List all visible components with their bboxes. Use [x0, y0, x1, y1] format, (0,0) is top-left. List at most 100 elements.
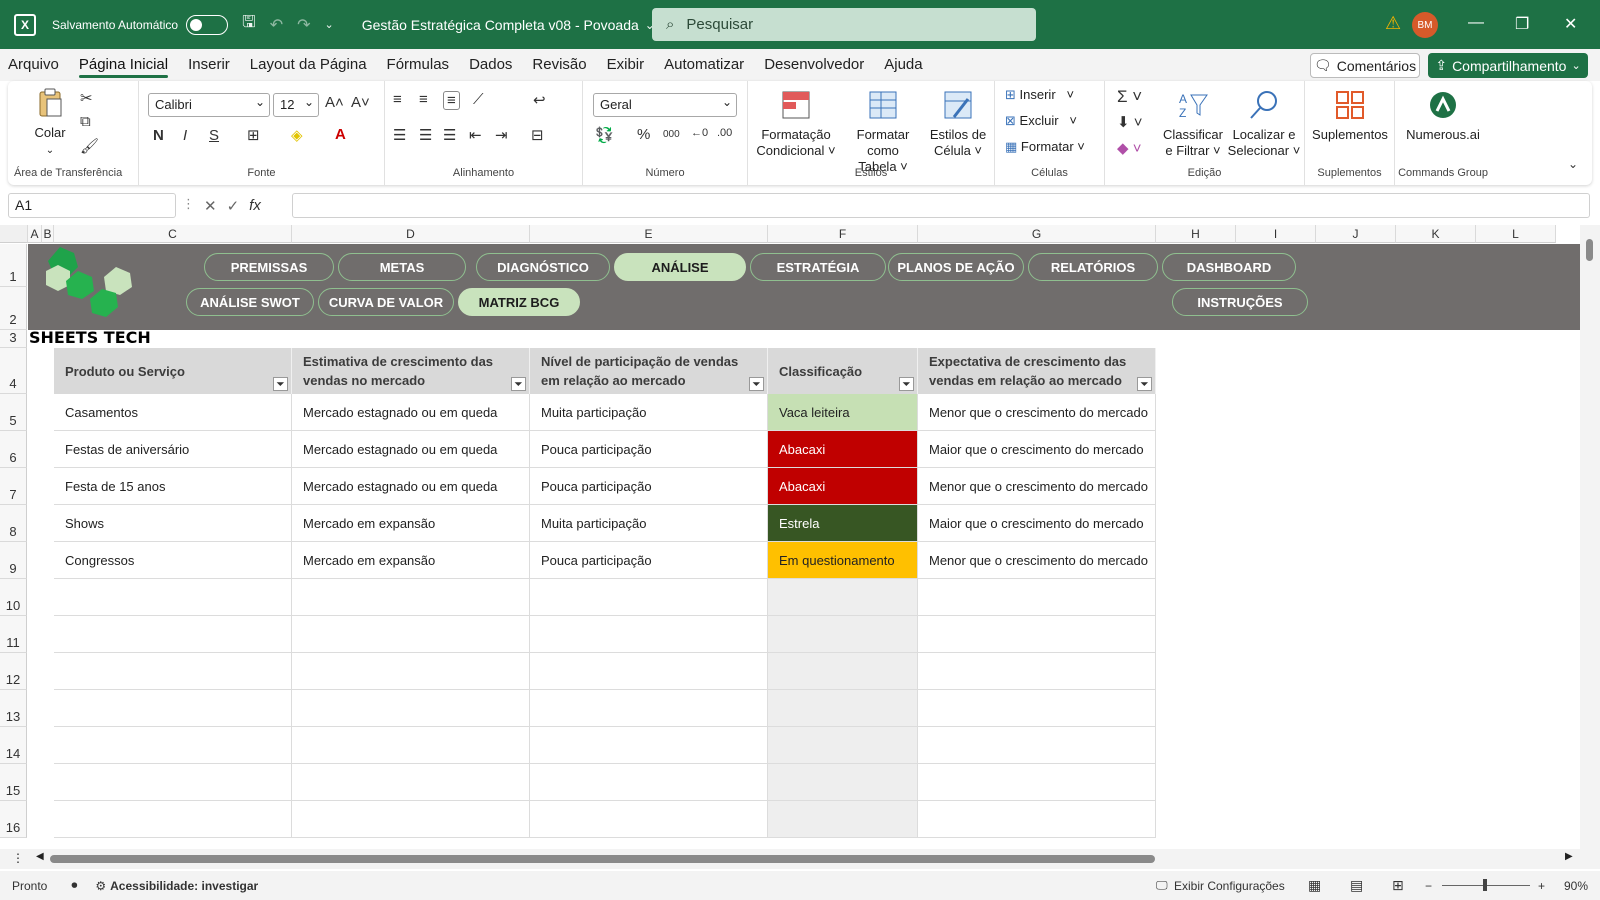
row-header-8[interactable]: 8 [0, 505, 27, 542]
subnav-button-3[interactable]: MATRIZ BCG [458, 288, 580, 316]
menu-tab[interactable]: Página Inicial [78, 49, 169, 81]
column-header-l[interactable]: L [1476, 225, 1556, 243]
row-header-16[interactable]: 16 [0, 801, 27, 838]
numerous-button[interactable]: Numerous.ai [1401, 89, 1485, 143]
vertical-scroll-thumb[interactable] [1586, 239, 1593, 261]
zoom-in-icon[interactable]: + [1538, 879, 1545, 893]
empty-cell[interactable] [54, 801, 292, 838]
empty-cell[interactable] [292, 690, 530, 727]
empty-cell[interactable] [768, 616, 918, 653]
nav-button-3[interactable]: DIAGNÓSTICO [476, 253, 610, 281]
delete-cells-button[interactable]: ⊠ Excluir ˅ [1005, 113, 1077, 129]
column-header-c[interactable]: C [54, 225, 292, 243]
comments-button[interactable]: 🗨 Comentários [1310, 53, 1420, 78]
restore-icon[interactable]: ❐ [1515, 14, 1529, 34]
currency-icon[interactable]: 💱 [595, 126, 614, 144]
align-middle-icon[interactable]: ≡ [419, 91, 428, 108]
format-as-table-button[interactable]: Formatar como Tabela ˅ [840, 89, 926, 175]
undo-icon[interactable]: ↶ [270, 15, 283, 35]
zoom-slider-thumb[interactable] [1483, 879, 1487, 891]
menu-tab[interactable]: Exibir [607, 49, 645, 81]
empty-cell[interactable] [292, 727, 530, 764]
empty-cell[interactable] [54, 579, 292, 616]
empty-cell[interactable] [292, 764, 530, 801]
format-painter-icon[interactable]: 🖌 [80, 137, 99, 155]
table-cell[interactable]: Festa de 15 anos [54, 468, 292, 505]
empty-cell[interactable] [54, 727, 292, 764]
empty-cell[interactable] [530, 653, 768, 690]
empty-cell[interactable] [530, 616, 768, 653]
empty-cell[interactable] [768, 764, 918, 801]
nav-button-4[interactable]: ANÁLISE [614, 253, 746, 281]
table-cell[interactable]: Pouca participação [530, 431, 768, 468]
align-bottom-icon[interactable]: ≡ [443, 91, 460, 110]
classification-cell[interactable]: Vaca leiteira [768, 394, 918, 431]
select-all-corner[interactable] [0, 225, 28, 243]
format-cells-button[interactable]: ▦ Formatar ˅ [1005, 139, 1085, 155]
table-cell[interactable]: Mercado estagnado ou em queda [292, 394, 530, 431]
row-header-4[interactable]: 4 [0, 348, 27, 394]
nav-button-5[interactable]: ESTRATÉGIA [750, 253, 886, 281]
display-settings[interactable]: Exibir Configurações [1174, 879, 1285, 893]
font-size-select[interactable]: 12 [273, 91, 319, 117]
row-header-11[interactable]: 11 [0, 616, 27, 653]
insert-cells-button[interactable]: ⊞ Inserir ˅ [1005, 87, 1074, 103]
empty-cell[interactable] [768, 653, 918, 690]
empty-cell[interactable] [530, 764, 768, 801]
table-cell[interactable]: Festas de aniversário [54, 431, 292, 468]
filter-dropdown-icon[interactable]: ⏷ [1137, 377, 1152, 391]
empty-cell[interactable] [918, 727, 1156, 764]
column-header-g[interactable]: G [918, 225, 1156, 243]
align-top-icon[interactable]: ≡ [393, 91, 402, 108]
column-header-h[interactable]: H [1156, 225, 1236, 243]
table-cell[interactable]: Muita participação [530, 505, 768, 542]
borders-icon[interactable]: ⊞ [247, 126, 260, 144]
menu-tab[interactable]: Layout da Página [250, 49, 367, 81]
autosave-toggle[interactable] [186, 14, 229, 35]
menu-tab[interactable]: Automatizar [664, 49, 744, 81]
nav-button-2[interactable]: METAS [338, 253, 466, 281]
empty-cell[interactable] [530, 579, 768, 616]
sort-filter-button[interactable]: AZ Classificar e Filtrar ˅ [1161, 89, 1225, 159]
empty-cell[interactable] [918, 616, 1156, 653]
scroll-right-icon[interactable]: ▶ [1565, 851, 1573, 862]
column-header-b[interactable]: B [42, 225, 54, 243]
merge-cells-icon[interactable]: ⊟ [531, 126, 544, 144]
row-header-12[interactable]: 12 [0, 653, 27, 690]
orientation-icon[interactable]: ⟋ [473, 91, 484, 108]
table-cell[interactable]: Mercado estagnado ou em queda [292, 431, 530, 468]
increase-indent-icon[interactable]: ⇥ [495, 126, 508, 144]
insert-function-icon[interactable]: fx [249, 197, 261, 214]
row-header-10[interactable]: 10 [0, 579, 27, 616]
table-cell[interactable]: Congressos [54, 542, 292, 579]
horizontal-scrollbar[interactable]: ⋮ ◀ ▶ [0, 849, 1600, 869]
filter-dropdown-icon[interactable]: ⏷ [511, 377, 526, 391]
save-icon[interactable]: 🖫 [242, 11, 256, 38]
page-break-icon[interactable]: ⊞ [1392, 877, 1404, 894]
addins-button[interactable]: Suplementos [1311, 89, 1389, 143]
row-header-15[interactable]: 15 [0, 764, 27, 801]
paste-button[interactable]: Colar ⌄ [28, 87, 72, 159]
align-right-icon[interactable]: ☰ [443, 126, 456, 144]
menu-tab[interactable]: Ajuda [884, 49, 922, 81]
empty-cell[interactable] [918, 690, 1156, 727]
row-header-7[interactable]: 7 [0, 468, 27, 505]
classification-cell[interactable]: Em questionamento [768, 542, 918, 579]
row-header-14[interactable]: 14 [0, 727, 27, 764]
macro-record-icon[interactable]: ⏺ [71, 878, 77, 893]
percent-button[interactable]: % [637, 126, 650, 143]
empty-cell[interactable] [292, 801, 530, 838]
table-cell[interactable]: Mercado estagnado ou em queda [292, 468, 530, 505]
classification-cell[interactable]: Estrela [768, 505, 918, 542]
document-title[interactable]: Gestão Estratégica Completa v08 - Povoad… [362, 17, 639, 33]
accessibility-status[interactable]: Acessibilidade: investigar [110, 879, 258, 893]
nav-button-6[interactable]: PLANOS DE AÇÃO [888, 253, 1024, 281]
font-color-icon[interactable]: A [335, 126, 346, 143]
clear-icon[interactable]: ◆ ˅ [1117, 139, 1141, 157]
find-select-button[interactable]: Localizar e Selecionar ˅ [1227, 89, 1301, 159]
table-cell[interactable]: Pouca participação [530, 468, 768, 505]
scroll-left-icon[interactable]: ◀ [36, 851, 44, 862]
empty-cell[interactable] [918, 764, 1156, 801]
zoom-out-icon[interactable]: − [1425, 879, 1432, 893]
enter-icon[interactable]: ✓ [227, 197, 240, 215]
